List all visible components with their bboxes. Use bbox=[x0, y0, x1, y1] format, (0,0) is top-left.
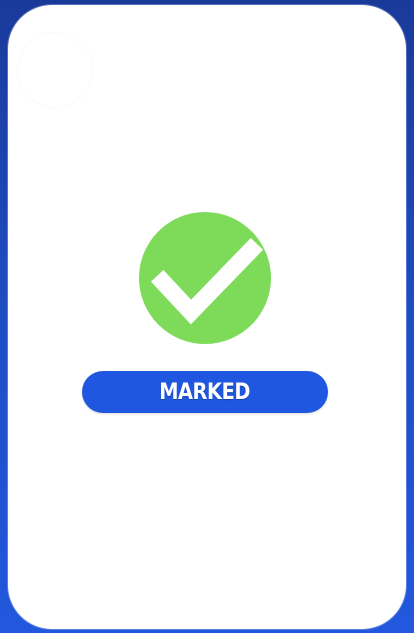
status-pill: MARKED bbox=[82, 371, 328, 413]
check-icon bbox=[150, 237, 264, 325]
status-label: MARKED bbox=[159, 379, 251, 405]
status-card: MARKED bbox=[8, 5, 406, 629]
check-badge bbox=[139, 212, 271, 344]
corner-circle bbox=[18, 33, 92, 107]
